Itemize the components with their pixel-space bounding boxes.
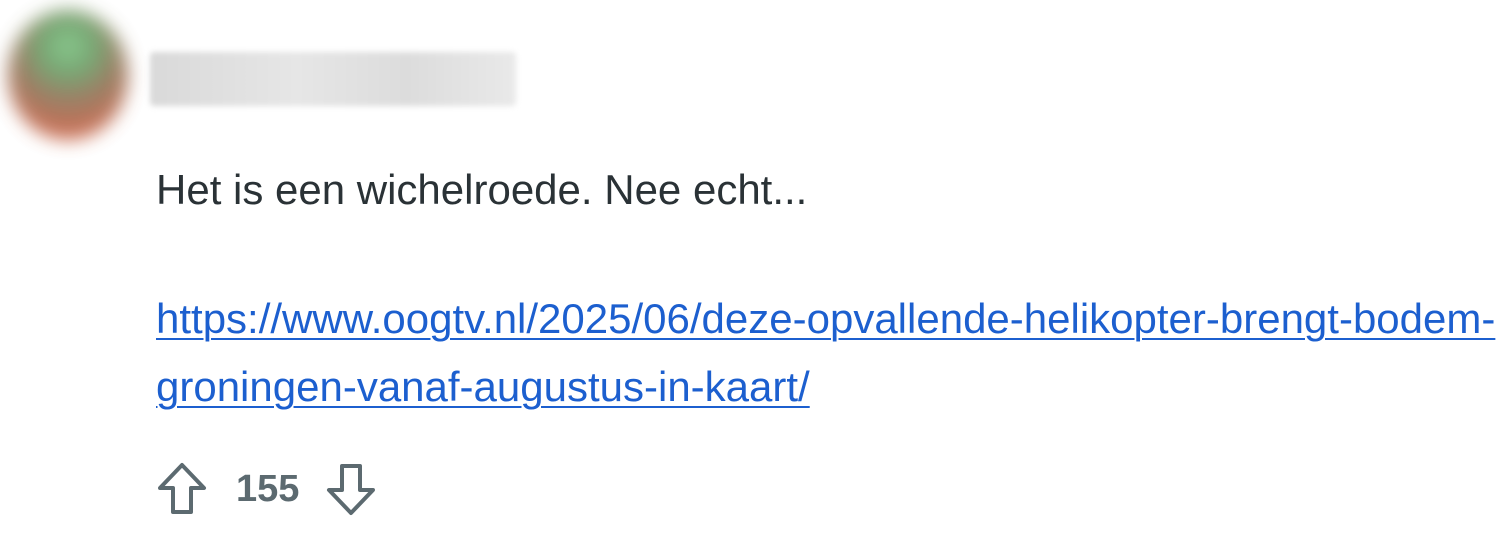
comment-link[interactable]: https://www.oogtv.nl/2025/06/deze-opvall… (156, 285, 1496, 421)
downvote-button[interactable] (323, 459, 379, 519)
comment-body: Het is een wichelroede. Nee echt... (156, 166, 808, 213)
vote-score: 155 (236, 467, 300, 510)
avatar[interactable] (8, 10, 128, 140)
username[interactable] (150, 52, 516, 106)
arrow-down-outline-icon (327, 464, 376, 515)
arrow-up-outline-icon (158, 463, 206, 514)
vote-bar: 155 (154, 456, 379, 522)
upvote-button[interactable] (154, 459, 210, 519)
